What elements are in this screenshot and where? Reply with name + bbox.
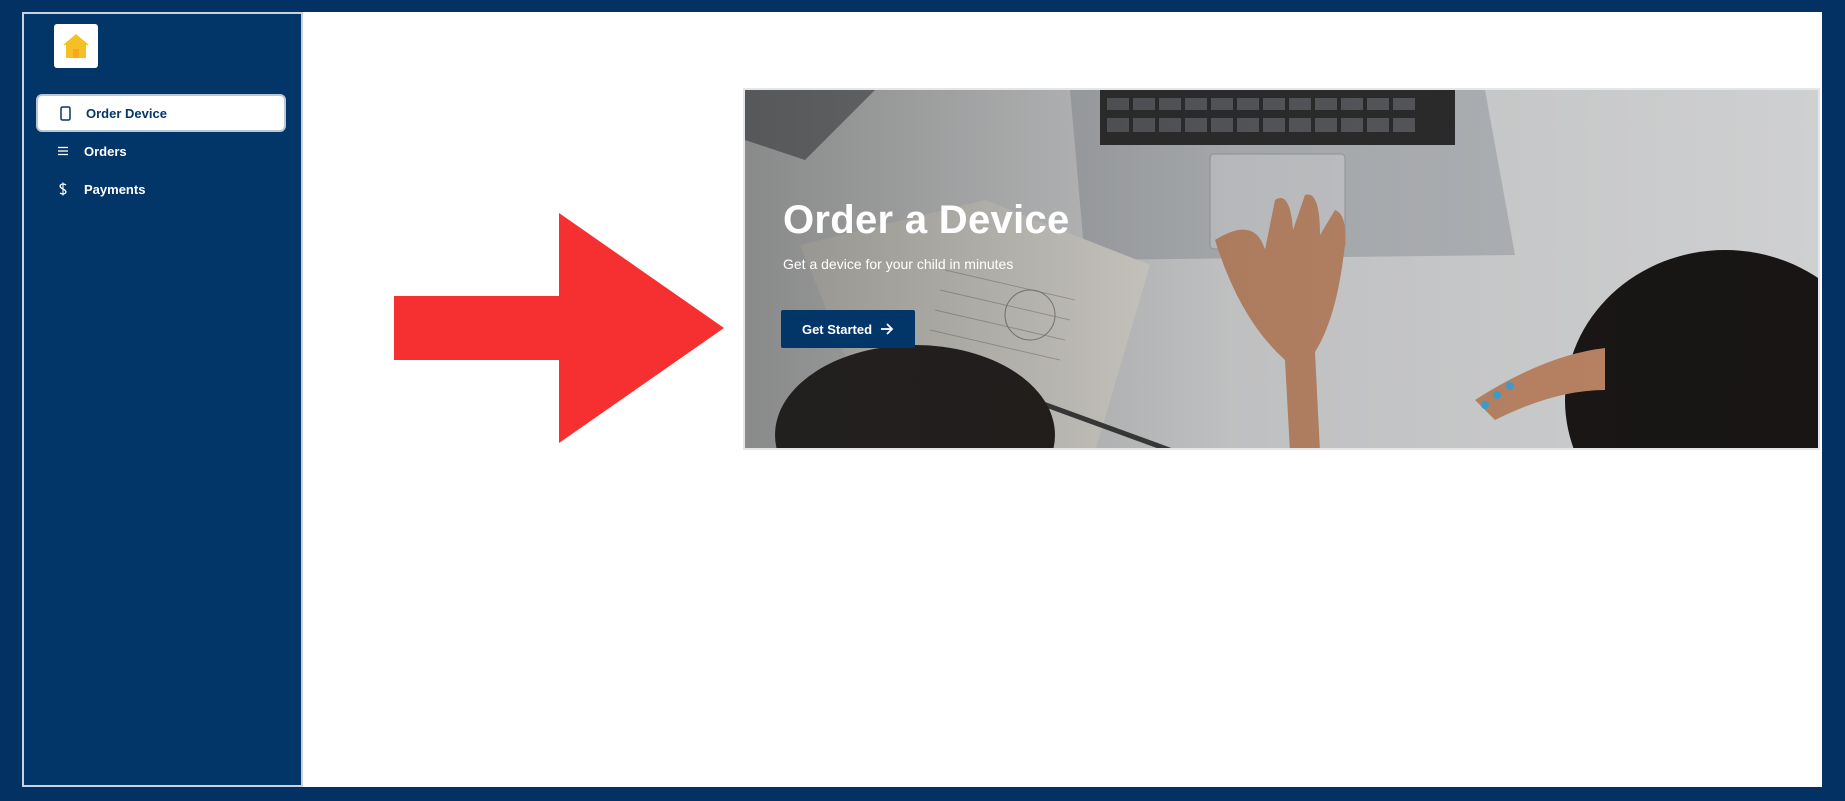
sidebar-item-label: Payments <box>84 181 146 197</box>
logo[interactable] <box>54 24 98 68</box>
arrow-right-icon <box>881 323 894 335</box>
hero-subtitle: Get a device for your child in minutes <box>783 256 1014 272</box>
house-logo-icon <box>63 34 89 58</box>
get-started-label: Get Started <box>801 321 873 337</box>
hero-title: Order a Device <box>783 198 1070 242</box>
sidebar-item-orders[interactable]: Orders <box>36 132 286 170</box>
sidebar: Order Device Orders Payments <box>22 12 303 787</box>
list-icon <box>56 143 70 159</box>
sidebar-item-payments[interactable]: Payments <box>36 170 286 208</box>
get-started-button[interactable]: Get Started <box>781 310 915 348</box>
phone-icon <box>58 105 72 121</box>
order-device-hero-banner: Order a Device Get a device for your chi… <box>743 88 1820 450</box>
dollar-icon <box>56 181 70 197</box>
sidebar-item-label: Order Device <box>86 105 167 121</box>
sidebar-item-order-device[interactable]: Order Device <box>36 94 286 132</box>
sidebar-item-label: Orders <box>84 143 127 159</box>
big-red-arrow-icon <box>394 213 724 443</box>
